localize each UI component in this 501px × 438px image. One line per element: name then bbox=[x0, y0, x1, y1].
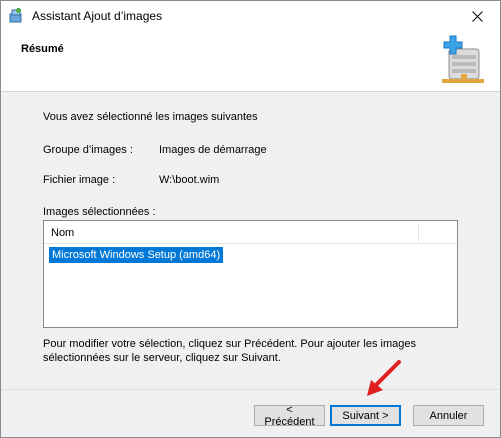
close-icon bbox=[471, 10, 483, 22]
close-button[interactable] bbox=[454, 1, 500, 31]
red-arrow-icon bbox=[367, 360, 401, 396]
image-group-value: Images de démarrage bbox=[159, 144, 267, 156]
column-header-name[interactable]: Nom bbox=[51, 227, 74, 239]
footer-divider bbox=[1, 389, 500, 390]
back-button[interactable]: < Précédent bbox=[254, 404, 325, 428]
title-bar: Assistant Ajout d’images bbox=[1, 1, 500, 31]
server-wizard-icon bbox=[9, 8, 22, 23]
image-file-label: Fichier image : bbox=[43, 174, 116, 186]
selected-images-label: Images sélectionnées : bbox=[43, 206, 156, 218]
intro-text: Vous avez sélectionné les images suivant… bbox=[43, 111, 258, 123]
page-title: Résumé bbox=[21, 43, 64, 55]
column-divider[interactable] bbox=[418, 224, 419, 242]
cancel-button[interactable]: Annuler bbox=[413, 405, 484, 426]
list-header: Nom bbox=[44, 221, 457, 244]
window-title: Assistant Ajout d’images bbox=[32, 9, 163, 23]
next-button[interactable]: Suivant > bbox=[330, 405, 401, 426]
image-group-label: Groupe d’images : bbox=[43, 144, 133, 156]
list-item[interactable]: Microsoft Windows Setup (amd64) bbox=[49, 247, 224, 263]
selected-images-list[interactable]: Nom Microsoft Windows Setup (amd64) bbox=[43, 220, 458, 328]
image-file-value: W:\boot.wim bbox=[159, 174, 220, 186]
wizard-header: Résumé bbox=[1, 31, 500, 92]
wizard-window: Assistant Ajout d’images Résumé Vous ave… bbox=[0, 0, 501, 438]
image-add-server-icon bbox=[442, 35, 484, 83]
